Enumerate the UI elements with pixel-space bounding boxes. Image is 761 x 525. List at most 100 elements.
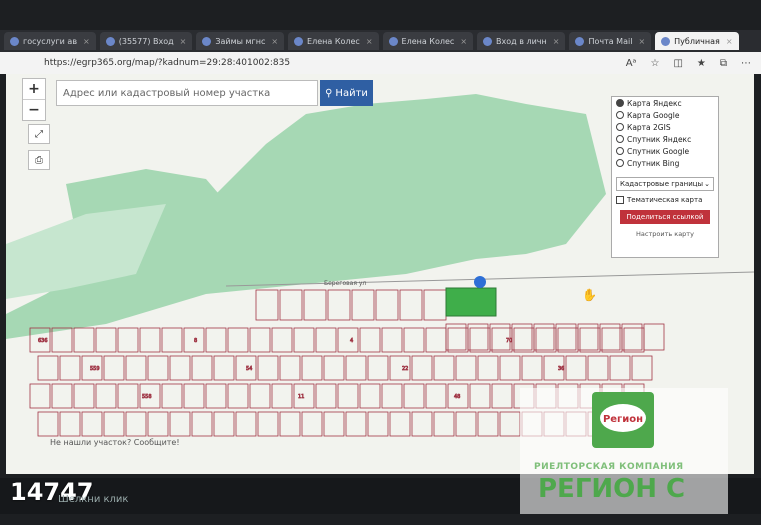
radio-icon	[616, 99, 624, 107]
expand-icon: ⤢	[35, 128, 43, 140]
thematic-checkbox[interactable]: Тематическая карта	[616, 196, 714, 204]
watermark: Регион РИЕЛТОРСКАЯ КОМПАНИЯ РЕГИОН С	[520, 388, 728, 514]
share-button[interactable]: Поделиться ссылкой	[620, 210, 710, 224]
parcel-number: 48	[454, 394, 460, 400]
layer-option[interactable]: Карта Google	[612, 109, 718, 121]
search-button[interactable]: ⚲ Найти	[320, 80, 373, 106]
radio-icon	[616, 111, 624, 119]
browser-tab[interactable]: Почта Mail ×	[569, 32, 652, 50]
tab-favicon-icon	[10, 36, 19, 46]
tab-label: Публичная	[674, 36, 720, 46]
hand-cursor-icon: ✋	[582, 288, 597, 302]
browser-tab[interactable]: (35577) Вход ×	[99, 32, 193, 50]
close-tab-icon[interactable]: ×	[726, 37, 733, 46]
parcel-number: 22	[402, 366, 408, 372]
tab-favicon-icon	[483, 36, 493, 46]
street-label: Береговая ул	[324, 280, 366, 287]
tab-favicon-icon	[202, 36, 212, 46]
more-icon[interactable]: ⋯	[741, 58, 751, 69]
radio-icon	[616, 147, 624, 155]
fullscreen-button[interactable]: ⤢	[28, 124, 50, 144]
close-tab-icon[interactable]: ×	[460, 37, 467, 46]
parcel-number: 4	[350, 338, 353, 344]
layer-select[interactable]: Кадастровые границы ⌄	[616, 177, 714, 191]
tab-label: Займы мгнс	[215, 36, 266, 46]
layer-option-label: Карта Яндекс	[627, 98, 682, 108]
parcel-number: 36	[558, 366, 564, 372]
parcel-number: 70	[506, 338, 512, 344]
browser-tab-bar: госуслуги ав × (35577) Вход × Займы мгнс × Еле…	[0, 30, 761, 52]
configure-map-link[interactable]: Настроить карту	[612, 230, 718, 238]
zoom-in-button[interactable]: +	[23, 79, 45, 100]
split-screen-icon[interactable]: ◫	[673, 58, 682, 69]
checkbox-icon	[616, 196, 624, 204]
radio-icon	[616, 159, 624, 167]
layer-option-label: Спутник Google	[627, 146, 690, 156]
layer-option[interactable]: Спутник Bing	[612, 157, 718, 169]
printer-icon: ⎙	[35, 154, 43, 166]
thematic-label: Тематическая карта	[627, 196, 703, 204]
tab-label: госуслуги ав	[23, 36, 78, 46]
search-input[interactable]: Адрес или кадастровый номер участка	[56, 80, 318, 106]
layer-option-label: Карта 2GIS	[627, 122, 671, 132]
toolbar-icons: Aᵃ ☆ ◫ ★ ⧉ ⋯	[626, 58, 751, 69]
parcel-number: 558	[142, 394, 152, 400]
tab-favicon-icon	[575, 36, 585, 46]
radio-icon	[616, 135, 624, 143]
browser-tab[interactable]: госуслуги ав ×	[4, 32, 96, 50]
layer-option[interactable]: Спутник Яндекс	[612, 133, 718, 145]
layer-option[interactable]: Карта 2GIS	[612, 121, 718, 133]
parcel-number: 559	[90, 366, 100, 372]
layer-option[interactable]: Спутник Google	[612, 145, 718, 157]
tab-label: Елена Колес	[401, 36, 455, 46]
parcel-number: 8	[194, 338, 197, 344]
url-text[interactable]: https://egrp365.org/map/?kadnum=29:28:40…	[44, 58, 290, 68]
close-tab-icon[interactable]: ×	[638, 37, 645, 46]
tab-favicon-icon	[294, 36, 304, 46]
logo-text: Регион	[602, 414, 644, 425]
browser-tab[interactable]: Публичная ×	[655, 32, 739, 50]
layer-option-label: Карта Google	[627, 110, 680, 120]
tab-label: Елена Колес	[307, 36, 360, 46]
parcel-number: 11	[298, 394, 304, 400]
browser-tab[interactable]: Елена Колес ×	[288, 32, 379, 50]
overlay-caption: Шелкни клик	[58, 494, 129, 505]
zoom-out-button[interactable]: −	[23, 100, 45, 120]
parcel-number: 54	[246, 366, 252, 372]
search-button-label: Найти	[335, 87, 368, 99]
search-icon: ⚲	[325, 87, 333, 99]
close-tab-icon[interactable]: ×	[83, 37, 90, 46]
close-tab-icon[interactable]: ×	[366, 37, 373, 46]
tab-favicon-icon	[105, 36, 115, 46]
location-pin-icon[interactable]	[474, 276, 486, 288]
tab-favicon-icon	[661, 36, 671, 46]
chevron-down-icon: ⌄	[704, 180, 710, 188]
layer-options: Карта Яндекс Карта Google Карта 2GIS Спутни…	[612, 97, 718, 169]
browser-tab[interactable]: Елена Колес ×	[382, 32, 474, 50]
layer-option-label: Спутник Bing	[627, 158, 680, 168]
layer-option[interactable]: Карта Яндекс	[612, 97, 718, 109]
favorite-icon[interactable]: ☆	[650, 58, 659, 69]
close-tab-icon[interactable]: ×	[180, 37, 187, 46]
collections-icon[interactable]: ⧉	[720, 58, 727, 69]
not-found-link[interactable]: Не нашли участок? Сообщите!	[50, 438, 180, 447]
watermark-company: РИЕЛТОРСКАЯ КОМПАНИЯ	[534, 462, 684, 472]
close-tab-icon[interactable]: ×	[553, 37, 560, 46]
tab-label: Вход в личн	[496, 36, 547, 46]
close-tab-icon[interactable]: ×	[271, 37, 278, 46]
zoom-control: + −	[22, 78, 46, 121]
print-button[interactable]: ⎙	[28, 150, 50, 170]
browser-tab[interactable]: Вход в личн ×	[477, 32, 566, 50]
favorites-icon[interactable]: ★	[697, 58, 706, 69]
tab-label: (35577) Вход	[118, 36, 174, 46]
parcel-number: 636	[38, 338, 48, 344]
layers-panel: Карта Яндекс Карта Google Карта 2GIS Спутни…	[611, 96, 719, 258]
layer-select-value: Кадастровые границы	[620, 180, 704, 188]
tab-favicon-icon	[388, 36, 398, 46]
address-bar[interactable]: https://egrp365.org/map/?kadnum=29:28:40…	[0, 52, 761, 74]
selected-parcel[interactable]	[445, 287, 497, 317]
read-aloud-icon[interactable]: Aᵃ	[626, 58, 637, 69]
radio-icon	[616, 123, 624, 131]
watermark-name: РЕГИОН С	[538, 474, 686, 504]
browser-tab[interactable]: Займы мгнс ×	[196, 32, 285, 50]
